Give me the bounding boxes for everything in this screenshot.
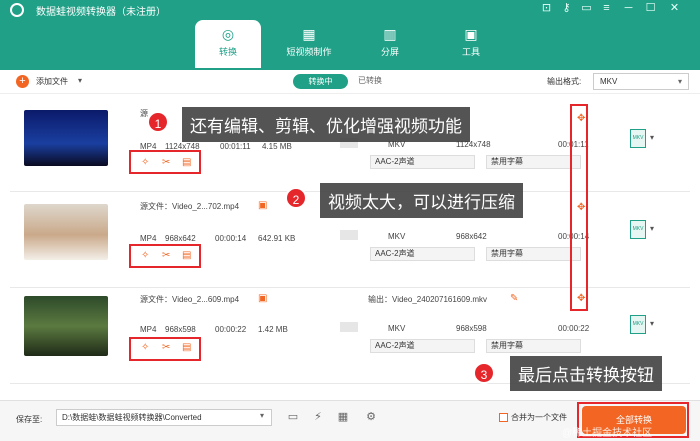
tab-tools[interactable]: ▣ 工具 (438, 20, 504, 68)
chevron-down-icon: ▾ (677, 77, 682, 86)
watermark: @稀土掘金技术社区 (562, 428, 653, 439)
source-format: MP4 (140, 325, 157, 334)
output-format: MKV (388, 324, 406, 333)
source-duration: 00:01:11 (220, 142, 251, 151)
info-icon[interactable]: ▣ (258, 200, 267, 211)
settings-icon[interactable]: ⚙ (362, 410, 380, 426)
edit-tools-highlight (129, 337, 201, 361)
close-icon[interactable]: ✕ (668, 2, 681, 15)
chevron-down-icon[interactable]: ▾ (650, 224, 654, 233)
tab-label: 短视频制作 (286, 47, 332, 57)
tab-label: 分屏 (380, 47, 399, 57)
short-video-icon: ▦ (302, 26, 316, 42)
save-path-field[interactable]: D:\数据蛙\数据蛙视频转换器\Converted (56, 409, 272, 426)
source-resolution: 968x642 (165, 234, 196, 243)
source-resolution: 968x598 (165, 325, 196, 334)
minimize-icon[interactable]: ─ (622, 2, 635, 15)
output-resolution: 968x598 (456, 324, 487, 333)
merge-label: 合并为一个文件 (511, 413, 567, 422)
key-icon[interactable]: ⚷ (560, 2, 573, 15)
gpu-accel-icon[interactable]: ▦ (334, 410, 352, 426)
toolbar: + 添加文件 ▾ 转换中 已转换 输出格式: MKV ▾ (0, 70, 700, 94)
source-filesize: 642.91 KB (258, 234, 296, 243)
audio-select[interactable]: AAC-2声道 (370, 247, 475, 261)
output-format-label: 输出格式: (547, 77, 582, 86)
menu-icon[interactable]: ≡ (600, 2, 613, 15)
tab-split-screen[interactable]: ▥ 分屏 (357, 20, 423, 68)
convert-icon: ◎ (221, 26, 235, 42)
output-file-name: 输出：Video_240207161609.mkv (368, 295, 488, 304)
tab-label: 转换 (218, 47, 237, 57)
chevron-down-icon[interactable]: ▾ (650, 133, 654, 142)
source-filesize: 1.42 MB (258, 325, 288, 334)
edit-tools-highlight (129, 244, 201, 268)
split-screen-icon: ▥ (383, 26, 397, 42)
subtitle-select[interactable]: 禁用字幕 (486, 339, 581, 353)
save-to-label: 保存至: (16, 415, 43, 424)
arrow-icon (340, 230, 358, 240)
maximize-icon[interactable]: ☐ (644, 2, 657, 15)
source-duration: 00:00:14 (215, 234, 247, 243)
audio-select[interactable]: AAC-2声道 (370, 155, 475, 169)
status-switch: 转换中 已转换 (293, 74, 405, 89)
add-files-button[interactable]: 添加文件 (36, 76, 68, 87)
source-filesize: 4.15 MB (262, 142, 292, 151)
video-thumbnail[interactable] (24, 296, 108, 356)
info-icon[interactable]: ▣ (258, 293, 267, 304)
output-format-select[interactable]: MKV ▾ (593, 73, 689, 90)
folder-icon[interactable]: ▭ (284, 410, 302, 426)
step-number-badge: 3 (473, 362, 495, 384)
step-number-badge: 1 (147, 111, 169, 133)
chevron-down-icon[interactable]: ▾ (78, 76, 82, 85)
edit-tools-highlight (129, 150, 201, 174)
output-file-icon[interactable]: MKV (630, 129, 646, 148)
source-file-name: 源文件：Video_2...702.mp4 (140, 202, 240, 211)
source-file-name: 源文件：Video_2...609.mp4 (140, 295, 240, 304)
title-bar: 数据蛙视频转换器（未注册） ⊡ ⚷ ▭ ≡ ─ ☐ ✕ ◎ 转换 ▦ 短视频制作… (0, 0, 700, 70)
chevron-down-icon[interactable]: ▾ (650, 319, 654, 328)
output-file-icon[interactable]: MKV (630, 220, 646, 239)
output-format: MKV (388, 232, 406, 241)
video-thumbnail[interactable] (24, 110, 108, 166)
source-format: MP4 (140, 234, 157, 243)
rename-icon[interactable]: ✎ (510, 293, 518, 304)
tab-label: 工具 (461, 47, 480, 57)
step-number-badge: 2 (285, 187, 307, 209)
output-file-icon[interactable]: MKV (630, 315, 646, 334)
app-title: 数据蛙视频转换器（未注册） (36, 7, 166, 18)
chevron-down-icon[interactable]: ▾ (260, 411, 264, 420)
merge-checkbox[interactable] (499, 413, 508, 422)
hardware-accel-icon[interactable]: ⚡ (309, 410, 327, 426)
source-duration: 00:00:22 (215, 325, 247, 334)
annotation-callout: 最后点击转换按钮 (510, 356, 662, 391)
subtitle-select[interactable]: 禁用字幕 (486, 247, 581, 261)
add-file-icon[interactable]: + (16, 75, 29, 88)
arrow-icon (340, 322, 358, 332)
tab-convert[interactable]: ◎ 转换 (195, 20, 261, 68)
output-format-value: MKV (600, 77, 618, 86)
audio-select[interactable]: AAC-2声道 (370, 339, 475, 353)
annotation-callout: 视频太大，可以进行压缩 (320, 183, 523, 218)
video-thumbnail[interactable] (24, 204, 108, 260)
converting-tab[interactable]: 转换中 (293, 74, 348, 89)
tab-short-video[interactable]: ▦ 短视频制作 (276, 20, 342, 68)
output-resolution: 968x642 (456, 232, 487, 241)
output-duration: 00:00:22 (558, 324, 590, 333)
converted-tab[interactable]: 已转换 (358, 75, 382, 86)
subtitle-select[interactable]: 禁用字幕 (486, 155, 581, 169)
app-logo-icon (10, 3, 24, 17)
chat-icon[interactable]: ▭ (580, 2, 593, 15)
cart-icon[interactable]: ⊡ (540, 2, 553, 15)
toolbox-icon: ▣ (464, 26, 478, 42)
compress-highlight (570, 104, 588, 311)
annotation-callout: 还有编辑、剪辑、优化增强视频功能 (182, 107, 470, 142)
